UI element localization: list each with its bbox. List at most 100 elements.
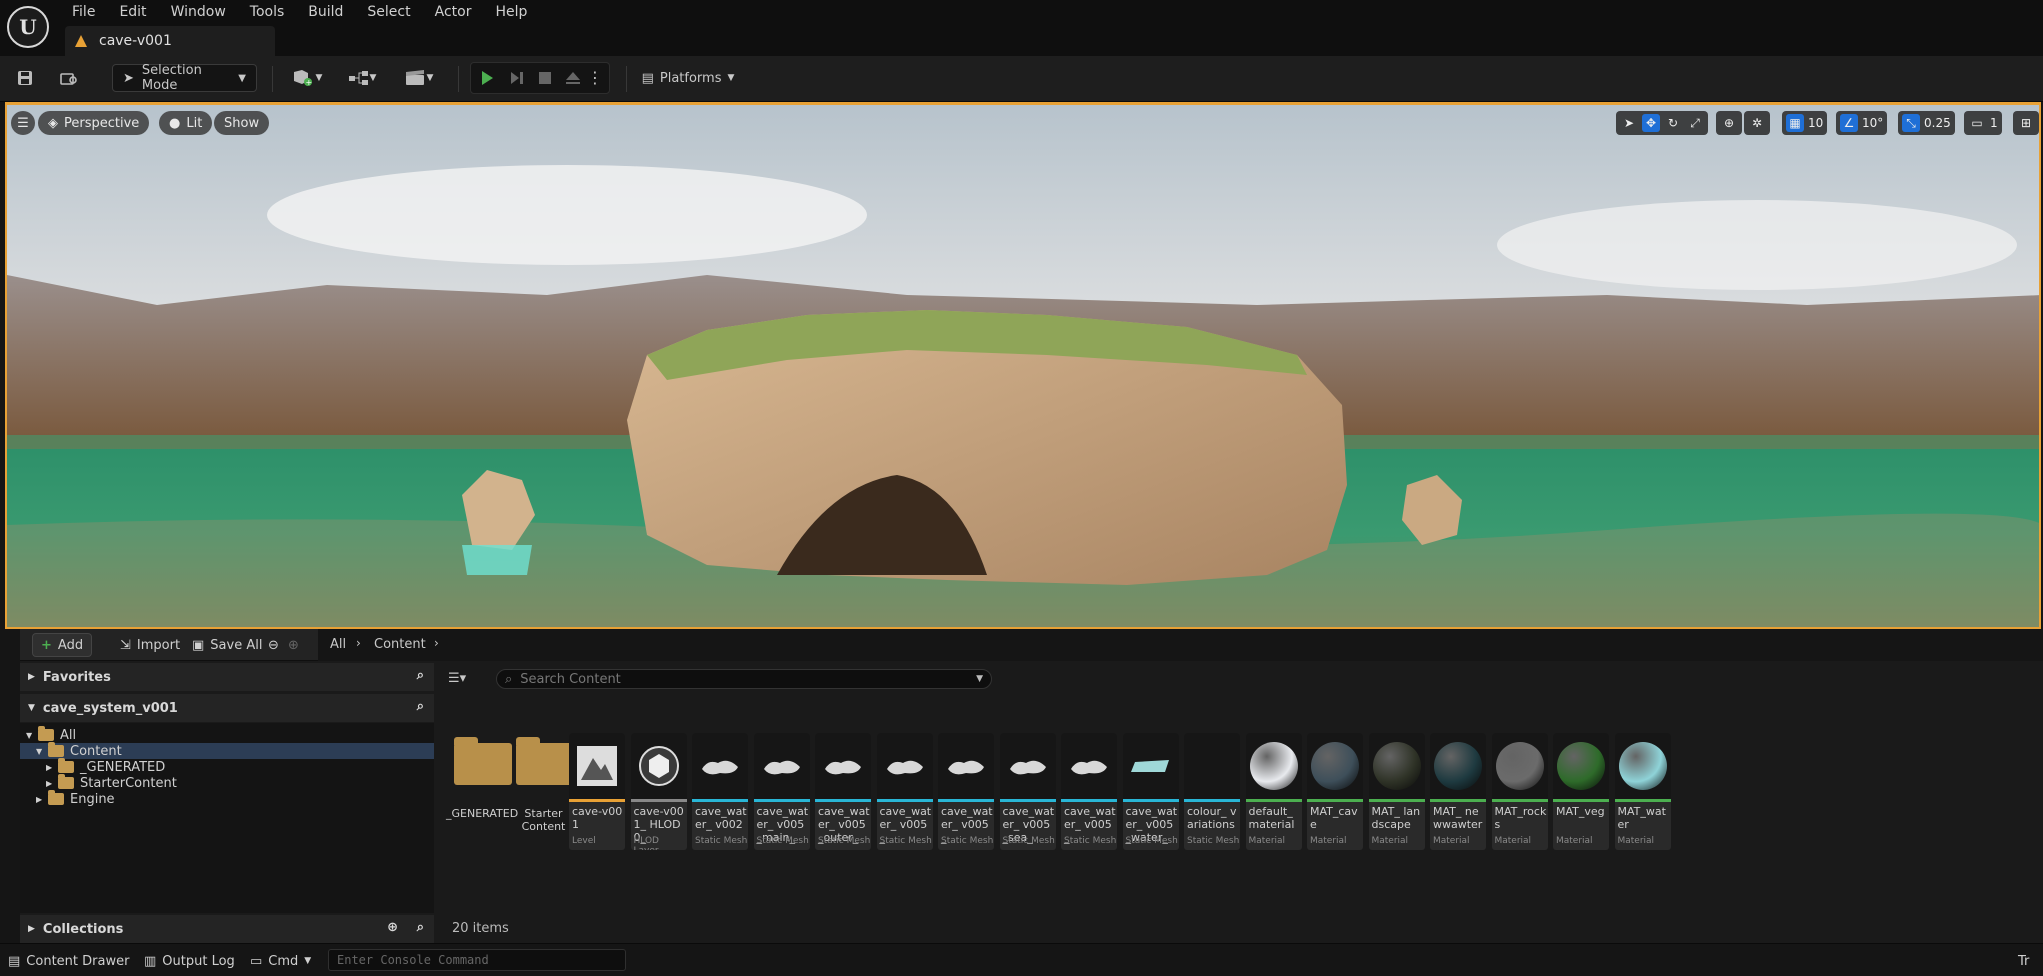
search-icon[interactable]: ⌕ <box>417 699 424 714</box>
asset-tile[interactable]: MAT_veg Material <box>1553 733 1609 850</box>
menu-item-edit[interactable]: Edit <box>107 0 158 24</box>
search-icon[interactable]: ⌕ <box>417 920 424 935</box>
water-plane-icon <box>1130 760 1169 772</box>
document-tab[interactable]: cave-v001 <box>65 26 275 56</box>
project-header[interactable]: ▼ cave_system_v001 ⌕ <box>20 694 434 722</box>
save-all-button[interactable]: ▣ Save All <box>184 633 270 657</box>
console-input[interactable]: Enter Console Command <box>328 949 626 971</box>
select-tool-icon[interactable]: ➤ <box>1620 114 1638 132</box>
forward-icon[interactable]: ⊕ <box>284 633 303 657</box>
tree-item[interactable]: ▶ Engine <box>20 790 434 807</box>
asset-type: Static Mesh <box>1125 836 1178 846</box>
save-icon[interactable] <box>12 64 38 92</box>
search-input[interactable]: ⌕ Search Content ▼ <box>496 669 992 689</box>
trace-button[interactable]: Tr <box>2018 950 2029 972</box>
add-actor-button[interactable]: + ▼ <box>286 64 326 92</box>
search-icon[interactable]: ⌕ <box>417 668 424 683</box>
asset-tile[interactable]: default_ material Material <box>1245 733 1302 850</box>
tree-item[interactable]: ▶ _GENERATED <box>20 758 434 775</box>
rotate-tool-icon[interactable]: ↻ <box>1664 114 1682 132</box>
menu-item-select[interactable]: Select <box>355 0 422 24</box>
import-label: Import <box>136 637 181 653</box>
add-collection-icon[interactable]: ⊕ <box>387 920 398 935</box>
play-icon[interactable] <box>474 64 500 92</box>
breadcrumb-item[interactable]: Content <box>374 637 426 652</box>
asset-type-bar <box>692 799 748 802</box>
content-drawer-button[interactable]: ▤ Content Drawer <box>8 950 129 972</box>
asset-tile[interactable]: cave_water_ v005_ Static Mesh <box>876 733 933 850</box>
chevron-down-icon[interactable]: ▼ <box>26 731 38 740</box>
step-icon[interactable] <box>504 64 530 92</box>
menu-item-build[interactable]: Build <box>296 0 355 24</box>
lit-button[interactable]: ● Lit <box>159 111 213 135</box>
scale-tool-icon[interactable]: ⤢ <box>1686 114 1704 132</box>
menu-item-window[interactable]: Window <box>159 0 238 24</box>
asset-tile[interactable]: cave_water_ v005_ Static Mesh <box>1061 733 1117 850</box>
asset-tile[interactable]: cave_water_ v002 Static Mesh <box>692 733 748 850</box>
cmd-dropdown[interactable]: ▭ Cmd ▼ <box>250 950 311 972</box>
chevron-right-icon[interactable]: ▶ <box>46 763 58 772</box>
collections-header[interactable]: ▶ Collections ⊕ ⌕ <box>20 915 434 943</box>
asset-tile[interactable]: cave-v001 Level <box>569 733 625 850</box>
show-button[interactable]: Show <box>214 111 270 135</box>
asset-tile[interactable]: MAT_ newwawter Material <box>1430 733 1486 850</box>
asset-tile[interactable]: MAT_rocks Material <box>1491 733 1548 850</box>
world-local-toggle[interactable]: ⊕ <box>1716 111 1742 135</box>
menu-item-actor[interactable]: Actor <box>423 0 484 24</box>
asset-type: Material <box>1433 836 1470 846</box>
camera-speed-control[interactable]: ▭ 1 <box>1964 111 2002 135</box>
add-button[interactable]: + Add <box>32 633 93 657</box>
platforms-dropdown[interactable]: ▤ Platforms ▼ <box>640 64 736 92</box>
asset-tile[interactable]: cave_water_ v005_main_ Static Mesh <box>753 733 810 850</box>
tree-item[interactable]: ▶ StarterContent <box>20 774 434 791</box>
translate-tool-icon[interactable]: ✥ <box>1642 114 1660 132</box>
cinematics-button[interactable]: ▼ <box>398 64 440 92</box>
surface-snap-toggle[interactable]: ✲ <box>1744 111 1770 135</box>
asset-name: default_ material <box>1248 805 1295 831</box>
asset-tile[interactable]: cave_water_ v005_ Static Mesh <box>938 733 994 850</box>
chevron-right-icon[interactable]: ▶ <box>46 779 58 788</box>
back-icon[interactable]: ⊖ <box>264 633 283 657</box>
viewport-options-button[interactable]: ☰ <box>11 111 35 135</box>
asset-tile[interactable]: cave-v001_ HLOD0_HLOD Layer <box>630 733 687 850</box>
static-mesh-icon <box>948 760 984 775</box>
import-button[interactable]: ⇲ Import <box>112 633 188 657</box>
selection-mode-dropdown[interactable]: ➤ Selection Mode ▼ <box>112 63 257 93</box>
chevron-right-icon[interactable]: › <box>356 636 361 650</box>
rotation-snap-value: 10° <box>1862 116 1884 130</box>
chevron-right-icon[interactable]: ▶ <box>36 795 48 804</box>
output-log-button[interactable]: ▥ Output Log <box>144 950 235 972</box>
scale-snap-control[interactable]: ⤡ 0.25 <box>1898 111 1955 135</box>
level-viewport[interactable]: ☰ ◈ Perspective ● Lit Show ➤ ✥ ↻ ⤢ ⊕ ✲ ▦… <box>5 102 2041 629</box>
menu-item-file[interactable]: File <box>60 0 107 24</box>
eject-icon[interactable] <box>560 64 586 92</box>
chevron-down-icon[interactable]: ▼ <box>36 747 48 756</box>
favorites-header[interactable]: ▶ Favorites ⌕ <box>20 663 434 691</box>
asset-tile[interactable]: cave_water_ v005_sea_ Static Mesh <box>999 733 1056 850</box>
stop-icon[interactable] <box>532 64 558 92</box>
more-options-icon[interactable]: ⋮ <box>587 64 603 92</box>
content-browse-icon[interactable] <box>56 64 82 92</box>
grid-snap-control[interactable]: ▦ 10 <box>1782 111 1828 135</box>
tree-item[interactable]: ▼ All <box>20 726 434 743</box>
viewport-layout-button[interactable]: ⊞ <box>2013 111 2039 135</box>
unreal-logo-icon[interactable]: U <box>7 6 49 48</box>
asset-tile[interactable]: MAT_water Material <box>1614 733 1671 850</box>
asset-thumbnail <box>1553 733 1609 799</box>
asset-tile[interactable]: colour_ variations Static Mesh <box>1184 733 1240 850</box>
menu-item-tools[interactable]: Tools <box>238 0 297 24</box>
rotation-snap-control[interactable]: ∠ 10° <box>1836 111 1888 135</box>
asset-tile[interactable]: cave_water_ v005_outer_ Static Mesh <box>815 733 871 850</box>
asset-tile[interactable]: cave_water_ v005_water_ Static Mesh <box>1122 733 1179 850</box>
asset-tile[interactable]: MAT_ landscape Material <box>1368 733 1425 850</box>
lit-sphere-icon: ● <box>169 115 181 131</box>
asset-tile[interactable]: MAT_cave Material <box>1307 733 1363 850</box>
menu-item-help[interactable]: Help <box>483 0 539 24</box>
breadcrumb-item[interactable]: All <box>330 637 346 652</box>
tree-item[interactable]: ▼ Content <box>20 742 434 759</box>
filter-icon[interactable]: ☰▾ <box>448 671 466 686</box>
chevron-right-icon[interactable]: › <box>434 636 439 650</box>
blueprint-button[interactable]: ▼ <box>342 64 382 92</box>
static-mesh-icon <box>702 760 738 775</box>
perspective-button[interactable]: ◈ Perspective <box>38 111 150 135</box>
